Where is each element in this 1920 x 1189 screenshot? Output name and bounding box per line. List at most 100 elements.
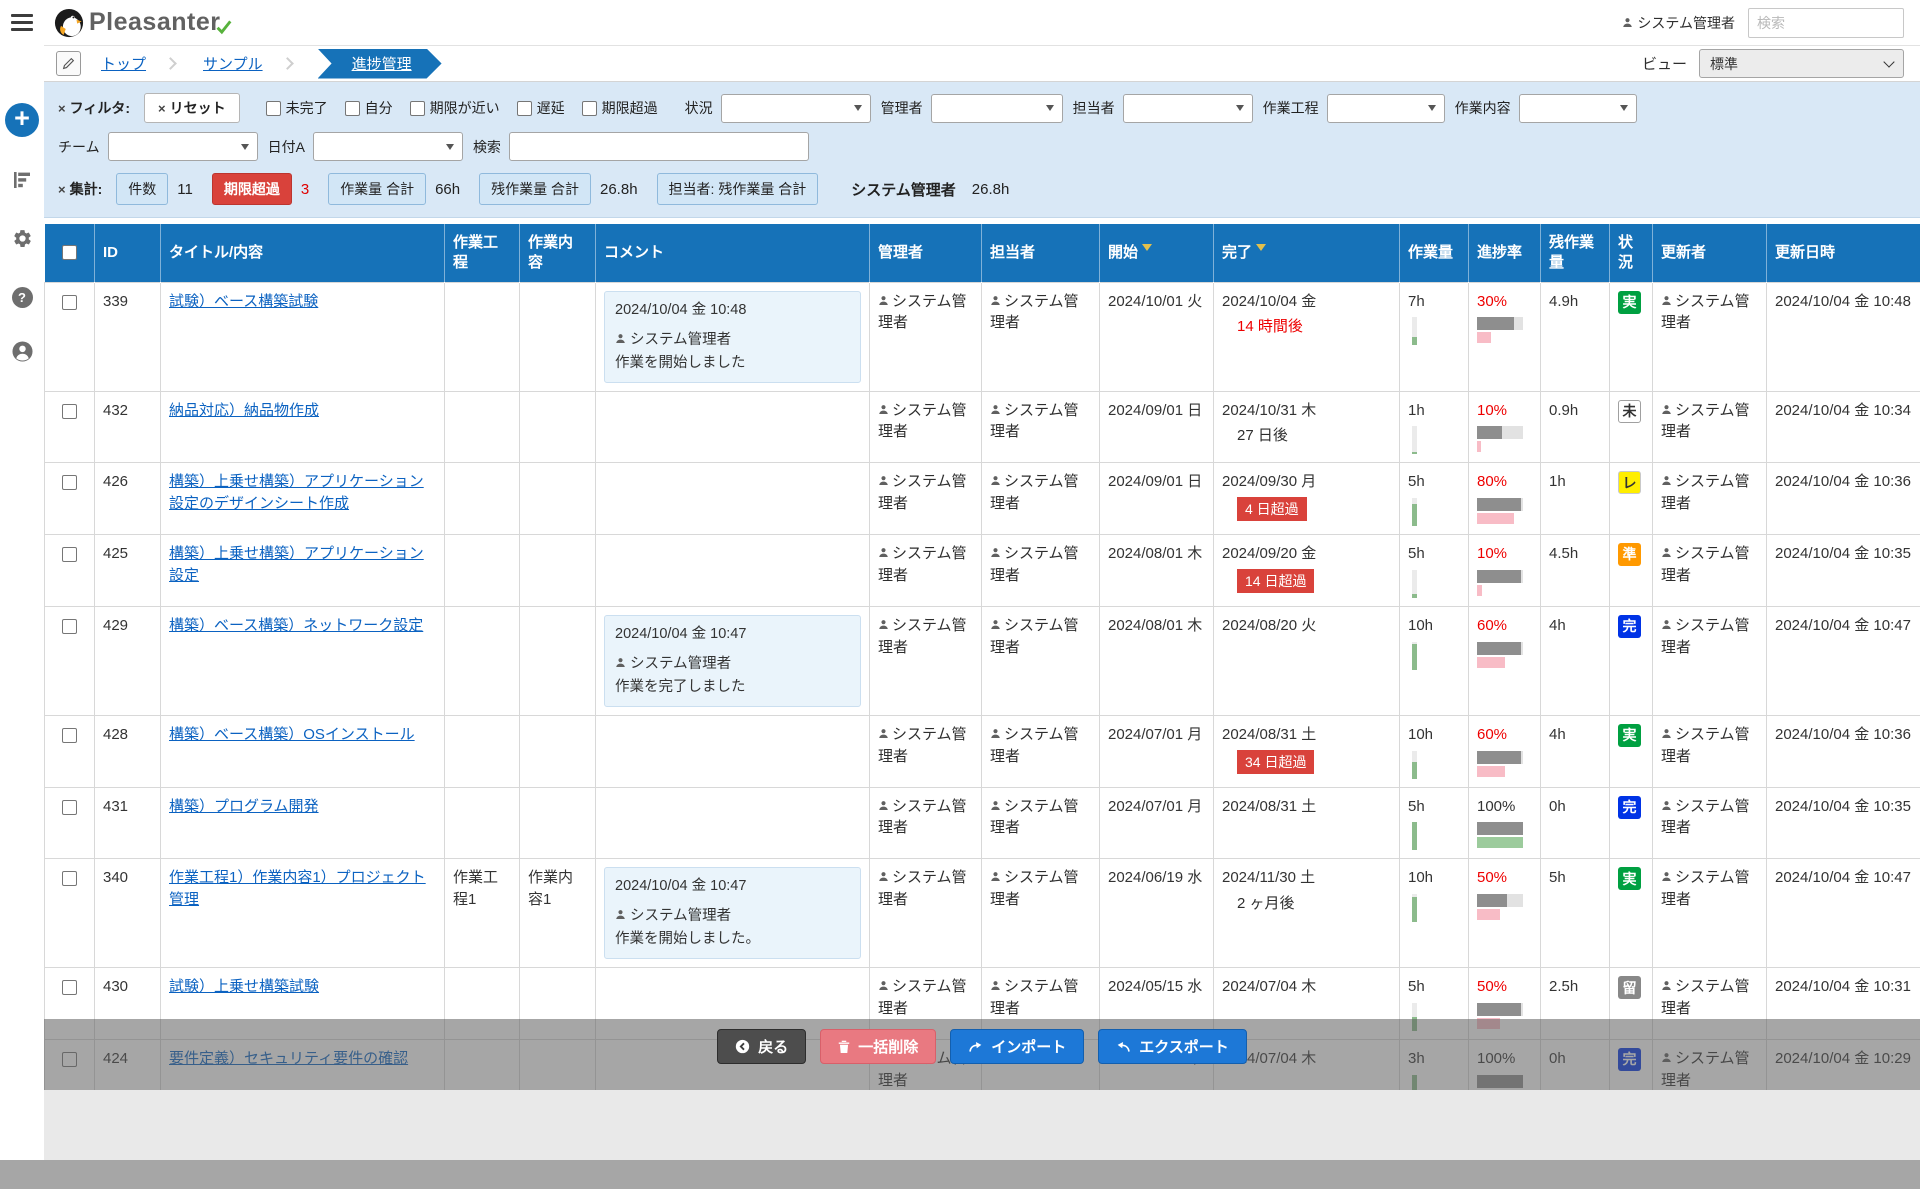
column-header-9[interactable]: 作業量 [1400, 224, 1469, 282]
table-row[interactable]: 431構築）プログラム開発システム管理者システム管理者2024/07/01 月2… [45, 787, 1920, 859]
aggregation-chip[interactable]: 期限超過 [212, 173, 292, 205]
table-row[interactable]: 428構築）ベース構築）OSインストールシステム管理者システム管理者2024/0… [45, 715, 1920, 787]
row-checkbox[interactable] [62, 404, 77, 419]
filter-checkbox-4[interactable]: 期限超過 [582, 98, 658, 118]
aggregation-chip[interactable]: 担当者: 残作業量 合計 [657, 173, 819, 205]
checkbox[interactable] [517, 101, 532, 116]
item-title-link[interactable]: 試験）上乗せ構築試験 [169, 978, 319, 995]
item-title-link[interactable]: 構築）ベース構築）OSインストール [169, 726, 415, 743]
account-icon[interactable] [12, 341, 33, 367]
item-title-link[interactable]: 納品対応）納品物作成 [169, 402, 319, 419]
checkbox[interactable] [266, 101, 281, 116]
bulk-delete-button[interactable]: 一括削除 [820, 1029, 936, 1064]
item-title-link[interactable]: 作業工程1）作業内容1）プロジェクト管理 [169, 869, 426, 908]
comment-cell [596, 787, 870, 859]
item-title-link[interactable]: 構築）ベース構築）ネットワーク設定 [169, 617, 423, 634]
table-row[interactable]: 432納品対応）納品物作成システム管理者システム管理者2024/09/01 日2… [45, 391, 1920, 463]
row-checkbox[interactable] [62, 547, 77, 562]
settings-gear-icon[interactable] [12, 228, 33, 254]
row-checkbox[interactable] [62, 800, 77, 815]
row-checkbox[interactable] [62, 295, 77, 310]
user-name: システム管理者 [878, 293, 967, 332]
filter-select-row2-1[interactable] [313, 132, 463, 161]
table-row[interactable]: 429構築）ベース構築）ネットワーク設定2024/10/04 金 10:47 シ… [45, 606, 1920, 715]
row-checkbox[interactable] [62, 728, 77, 743]
export-button[interactable]: エクスポート [1098, 1029, 1247, 1064]
aggregation-chip[interactable]: 残作業量 合計 [479, 173, 591, 205]
row-checkbox[interactable] [62, 475, 77, 490]
column-header-1[interactable]: タイトル/内容 [161, 224, 445, 282]
filter-checkbox-2[interactable]: 期限が近い [410, 98, 500, 118]
user-reference: システム管理者 [878, 617, 967, 656]
menu-icon[interactable] [11, 14, 33, 31]
filter-search-input[interactable] [509, 132, 809, 161]
status-badge: 未 [1618, 400, 1641, 423]
workload-bar [1412, 751, 1417, 779]
updated-time-cell: 2024/10/04 金 10:36 [1767, 715, 1920, 787]
item-title-link[interactable]: 構築）上乗せ構築）アプリケーション設定のデザインシート作成 [169, 473, 424, 512]
breadcrumb-link-1[interactable]: サンプル [203, 53, 263, 74]
app-logo[interactable]: Pleasanter [54, 8, 232, 38]
column-header-4[interactable]: コメント [596, 224, 870, 282]
column-header-7[interactable]: 開始 [1100, 224, 1214, 282]
checkbox[interactable] [410, 101, 425, 116]
back-button[interactable]: 戻る [717, 1029, 806, 1064]
progress-plan-bar [1477, 894, 1523, 907]
column-header-2[interactable]: 作業工程 [445, 224, 520, 282]
item-title-link[interactable]: 試験）ベース構築試験 [169, 293, 318, 310]
filter-select-1[interactable] [931, 94, 1063, 123]
breadcrumb-link-0[interactable]: トップ [101, 53, 146, 74]
row-checkbox[interactable] [62, 619, 77, 634]
table-row[interactable]: 340作業工程1）作業内容1）プロジェクト管理作業工程1作業内容12024/10… [45, 859, 1920, 968]
breadcrumb-current[interactable]: 進捗管理 [318, 49, 442, 79]
help-icon[interactable]: ? [12, 287, 33, 308]
column-header-11[interactable]: 残作業量 [1541, 224, 1610, 282]
filter-select-row2-0[interactable] [108, 132, 258, 161]
view-select[interactable]: 標準 [1699, 49, 1904, 78]
current-user[interactable]: システム管理者 [1622, 13, 1735, 33]
import-button[interactable]: インポート [950, 1029, 1084, 1064]
checkbox[interactable] [582, 101, 597, 116]
filter-select-2[interactable] [1123, 94, 1253, 123]
column-header-6[interactable]: 担当者 [982, 224, 1100, 282]
filter-reset-button[interactable]: ×リセット [144, 93, 240, 123]
column-header-label: ID [103, 244, 118, 261]
index-list-icon[interactable] [12, 170, 32, 195]
edit-link-icon[interactable] [56, 51, 81, 76]
column-header-10[interactable]: 進捗率 [1469, 224, 1541, 282]
table-row[interactable]: 425構築）上乗せ構築）アプリケーション設定システム管理者システム管理者2024… [45, 535, 1920, 607]
item-title-link[interactable]: 構築）プログラム開発 [169, 798, 319, 815]
comment-user-name: システム管理者 [626, 656, 731, 672]
manager-cell: システム管理者 [870, 787, 982, 859]
column-header-13[interactable]: 更新者 [1653, 224, 1767, 282]
new-item-button[interactable]: + [5, 103, 39, 137]
start-date-cell: 2024/10/01 火 [1100, 282, 1214, 391]
user-reference: システム管理者 [878, 726, 967, 765]
filter-checkbox-1[interactable]: 自分 [345, 98, 393, 118]
column-header-5[interactable]: 管理者 [870, 224, 982, 282]
table-row[interactable]: 339試験）ベース構築試験2024/10/04 金 10:48 システム管理者作… [45, 282, 1920, 391]
item-title-link[interactable]: 構築）上乗せ構築）アプリケーション設定 [169, 545, 424, 584]
filter-select-3[interactable] [1327, 94, 1445, 123]
filter-select-0[interactable] [721, 94, 871, 123]
row-checkbox[interactable] [62, 980, 77, 995]
column-header-8[interactable]: 完了 [1214, 224, 1400, 282]
user-name: システム管理者 [878, 978, 967, 1017]
progress-plan-bar [1477, 570, 1523, 583]
checkbox[interactable] [345, 101, 360, 116]
column-header-0[interactable]: ID [95, 224, 161, 282]
start-date-cell: 2024/08/01 木 [1100, 606, 1214, 715]
status-cell: 実 [1610, 715, 1653, 787]
select-all-checkbox[interactable] [62, 245, 77, 260]
filter-checkbox-0[interactable]: 未完了 [266, 98, 328, 118]
global-search-input[interactable] [1748, 8, 1904, 38]
row-checkbox[interactable] [62, 871, 77, 886]
aggregation-chip[interactable]: 作業量 合計 [328, 173, 426, 205]
column-header-3[interactable]: 作業内容 [520, 224, 596, 282]
aggregation-chip[interactable]: 件数 [116, 173, 168, 205]
column-header-12[interactable]: 状況 [1610, 224, 1653, 282]
filter-select-4[interactable] [1519, 94, 1637, 123]
column-header-14[interactable]: 更新日時 [1767, 224, 1920, 282]
table-row[interactable]: 426構築）上乗せ構築）アプリケーション設定のデザインシート作成システム管理者シ… [45, 463, 1920, 535]
filter-checkbox-3[interactable]: 遅延 [517, 98, 565, 118]
